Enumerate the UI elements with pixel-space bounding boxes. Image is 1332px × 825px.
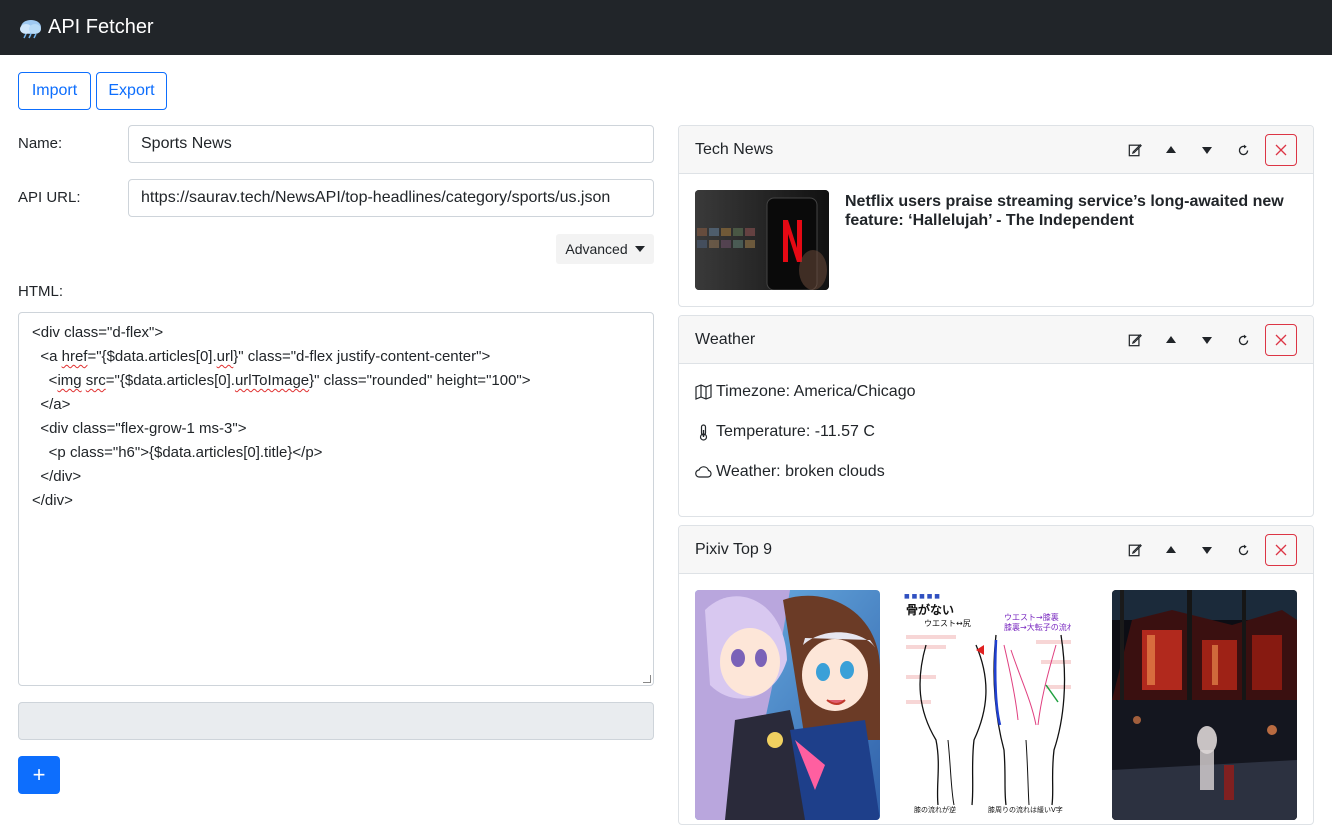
- card-title: Tech News: [695, 140, 774, 158]
- temperature-row: Temperature: -11.57 C: [695, 423, 875, 441]
- card-header: Weather: [679, 316, 1313, 364]
- cloud-icon: [695, 466, 712, 478]
- svg-text:■ ■ ■ ■ ■: ■ ■ ■ ■ ■: [904, 593, 940, 600]
- card-title: Weather: [695, 330, 756, 348]
- move-down-button[interactable]: [1189, 534, 1225, 566]
- code-line: <p class="h6">{$data.articles[0].title}<…: [32, 444, 323, 461]
- name-label: Name:: [18, 135, 63, 152]
- triangle-down-icon: [1202, 337, 1212, 344]
- triangle-down-icon: [1202, 147, 1212, 154]
- close-icon: [1275, 144, 1287, 156]
- caret-down-icon: [634, 246, 645, 252]
- refresh-button[interactable]: [1225, 534, 1261, 566]
- svg-text:膝の流れが逆: 膝の流れが逆: [914, 805, 956, 814]
- close-icon: [1275, 334, 1287, 346]
- code-line: </a>: [32, 396, 71, 413]
- card-header: Tech News: [679, 126, 1313, 174]
- card-tools: [1117, 534, 1297, 566]
- import-button[interactable]: Import: [18, 72, 91, 110]
- navbar: API Fetcher: [0, 0, 1332, 55]
- plus-icon: +: [32, 762, 46, 787]
- map-icon: [695, 384, 712, 400]
- news-headline-link[interactable]: Netflix users praise streaming service’s…: [845, 192, 1295, 230]
- weather-row: Weather: broken clouds: [695, 463, 885, 481]
- thermometer-icon: [699, 423, 708, 441]
- weather-card: Weather Timezone: America/Chicago Temper…: [678, 315, 1314, 517]
- edit-button[interactable]: [1117, 134, 1153, 166]
- html-label: HTML:: [18, 283, 63, 300]
- close-button[interactable]: [1265, 534, 1297, 566]
- code-line: <a href="{$data.articles[0].url}" class=…: [32, 348, 491, 365]
- edit-button[interactable]: [1117, 534, 1153, 566]
- edit-icon: [1128, 333, 1142, 347]
- edit-button[interactable]: [1117, 324, 1153, 356]
- netflix-thumbnail-image: [695, 190, 829, 290]
- temperature-text: Temperature: -11.57 C: [716, 423, 875, 440]
- triangle-up-icon: [1166, 146, 1176, 153]
- code-line: <img src="{$data.articles[0].urlToImage}…: [32, 372, 531, 389]
- move-down-button[interactable]: [1189, 324, 1225, 356]
- card-tools: [1117, 324, 1297, 356]
- html-template-textarea[interactable]: <div class="d-flex"> <a href="{$data.art…: [18, 312, 654, 686]
- svg-text:骨がない: 骨がない: [906, 602, 954, 617]
- pixiv-image-3[interactable]: [1112, 590, 1297, 820]
- night-scene-image: [1112, 590, 1297, 820]
- pixiv-card: Pixiv Top 9 ■ ■ ■ ■ ■ 骨がない ウエスト↔尻 ウエスト→膝…: [678, 525, 1314, 825]
- refresh-icon: [1238, 334, 1248, 345]
- brand[interactable]: API Fetcher: [18, 16, 154, 39]
- svg-text:膝周りの流れは緩いV字: 膝周りの流れは緩いV字: [988, 805, 1063, 814]
- code-line: </div>: [32, 468, 82, 485]
- output-field[interactable]: [18, 702, 654, 740]
- refresh-icon: [1238, 144, 1248, 155]
- code-line: <div class="flex-grow-1 ms-3">: [32, 420, 247, 437]
- name-input[interactable]: Sports News: [128, 125, 654, 163]
- timezone-row: Timezone: America/Chicago: [695, 383, 916, 401]
- tech-news-card: Tech News Netflix users praise streaming…: [678, 125, 1314, 307]
- resize-handle-icon[interactable]: [643, 675, 651, 683]
- api-url-label: API URL:: [18, 189, 81, 206]
- refresh-button[interactable]: [1225, 134, 1261, 166]
- export-button[interactable]: Export: [96, 72, 167, 110]
- card-tools: [1117, 134, 1297, 166]
- triangle-down-icon: [1202, 547, 1212, 554]
- move-down-button[interactable]: [1189, 134, 1225, 166]
- news-thumbnail[interactable]: [695, 190, 829, 290]
- close-button[interactable]: [1265, 134, 1297, 166]
- advanced-dropdown-button[interactable]: Advanced: [556, 234, 654, 264]
- timezone-text: Timezone: America/Chicago: [716, 383, 916, 400]
- pixiv-image-1[interactable]: [695, 590, 880, 820]
- code-line: </div>: [32, 492, 73, 509]
- advanced-label: Advanced: [565, 241, 628, 257]
- close-button[interactable]: [1265, 324, 1297, 356]
- weather-text: Weather: broken clouds: [716, 463, 885, 480]
- refresh-icon: [1238, 544, 1248, 555]
- pixiv-image-2[interactable]: ■ ■ ■ ■ ■ 骨がない ウエスト↔尻 ウエスト→膝裏 膝裏→大転子の流れ …: [896, 590, 1071, 820]
- card-title: Pixiv Top 9: [695, 540, 773, 558]
- svg-text:膝裏→大転子の流れ: 膝裏→大転子の流れ: [1004, 622, 1071, 632]
- cloud-logo-icon: [20, 19, 41, 38]
- triangle-up-icon: [1166, 546, 1176, 553]
- code-line: <div class="d-flex">: [32, 324, 164, 341]
- app-title: API Fetcher: [48, 16, 154, 38]
- api-url-input[interactable]: https://saurav.tech/NewsAPI/top-headline…: [128, 179, 654, 217]
- refresh-button[interactable]: [1225, 324, 1261, 356]
- move-up-button[interactable]: [1153, 534, 1189, 566]
- move-up-button[interactable]: [1153, 324, 1189, 356]
- close-icon: [1275, 544, 1287, 556]
- svg-text:ウエスト↔尻: ウエスト↔尻: [924, 619, 971, 628]
- edit-icon: [1128, 143, 1142, 157]
- card-header: Pixiv Top 9: [679, 526, 1313, 574]
- triangle-up-icon: [1166, 336, 1176, 343]
- edit-icon: [1128, 543, 1142, 557]
- svg-text:ウエスト→膝裏: ウエスト→膝裏: [1004, 612, 1059, 622]
- add-widget-button[interactable]: +: [18, 756, 60, 794]
- move-up-button[interactable]: [1153, 134, 1189, 166]
- anime-illustration-image: [695, 590, 880, 820]
- anatomy-sketch-image: ■ ■ ■ ■ ■ 骨がない ウエスト↔尻 ウエスト→膝裏 膝裏→大転子の流れ …: [896, 590, 1071, 820]
